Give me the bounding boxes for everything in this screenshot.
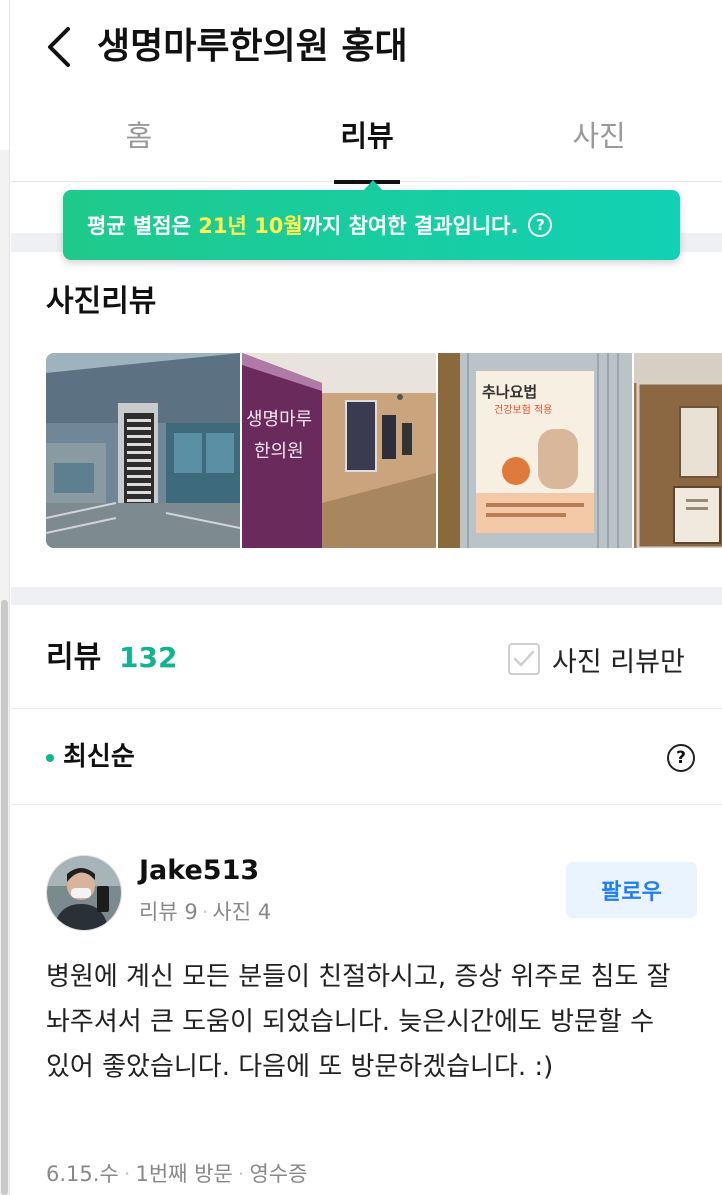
tooltip-prefix: 평균 별점은 [87, 214, 199, 238]
rating-info-tooltip: 평균 별점은 21년 10월 까지 참여한 결과입니다. ? [63, 190, 680, 260]
photo-only-filter[interactable]: 사진 리뷰만 [508, 639, 685, 679]
sort-indicator-dot [46, 754, 54, 762]
review-username[interactable]: Jake513 [139, 853, 259, 889]
tab-photos[interactable]: 사진 [529, 96, 669, 182]
review-date: 6.15.수 [46, 1162, 119, 1186]
page-title: 생명마루한의원 홍대 [97, 26, 408, 67]
interior-frames-photo [634, 353, 722, 548]
reviews-header: 리뷰 132 사진 리뷰만 [11, 605, 722, 709]
user-avatar-photo [47, 856, 121, 930]
photo-review-title: 사진리뷰 [46, 284, 157, 319]
scrollbar-top [0, 0, 10, 150]
sort-row: 최신순 ? [11, 709, 722, 805]
tab-home[interactable]: 홈 [69, 96, 209, 182]
tooltip-month: 10월 [254, 214, 303, 238]
meta-separator: · [201, 900, 209, 924]
section-divider [11, 587, 722, 605]
back-button[interactable] [39, 22, 79, 72]
photo-thumbnail[interactable] [46, 353, 240, 548]
sign-text: 생명마루 [246, 409, 312, 430]
question-circle-icon[interactable]: ? [667, 744, 695, 772]
sort-latest-option[interactable]: 최신순 [63, 735, 135, 779]
chuna-poster-photo: 추나요법 건강보험 적용 [438, 353, 632, 548]
photo-review-carousel[interactable]: 생명마루 한의원 추나요법 건강보험 적용 [46, 353, 722, 548]
app-header: 생명마루한의원 홍대 [11, 0, 722, 96]
scrollbar-track[interactable] [0, 0, 10, 1195]
user-photo-count: 사진 4 [212, 900, 272, 924]
photo-thumbnail[interactable]: 생명마루 한의원 [242, 353, 436, 548]
photo-only-checkbox[interactable] [508, 643, 540, 675]
checkmark-icon [513, 650, 535, 667]
poster-subtitle: 건강보험 적용 [494, 404, 552, 416]
tooltip-space [247, 213, 254, 237]
tab-reviews[interactable]: 리뷰 [297, 96, 437, 182]
review-body-text: 병원에 계신 모든 분들이 친절하시고, 증상 위주로 침도 잘 놔주셔서 큰 … [46, 962, 671, 1082]
photo-thumbnail[interactable]: 추나요법 건강보험 적용 [438, 353, 632, 548]
scrollbar-thumb[interactable] [1, 600, 8, 1195]
building-exterior-photo [46, 353, 240, 548]
user-review-count: 리뷰 9 [139, 900, 198, 924]
poster-title: 추나요법 [482, 383, 537, 401]
review-footer: 6.15.수 · 1번째 방문 · 영수증 [46, 1159, 307, 1189]
review-item: Jake513 리뷰 9 · 사진 4 팔로우 병원에 계신 모든 분들이 친절하시… [11, 805, 722, 1195]
meta-separator: · [123, 1162, 131, 1186]
avatar[interactable] [46, 855, 122, 931]
photo-review-section: 사진리뷰 생명마루 한의원 추나요법 건강보험 적용 [11, 252, 722, 587]
reviews-title: 리뷰 [46, 640, 102, 675]
tab-bar: 홈 리뷰 사진 [11, 96, 722, 182]
photo-only-label: 사진 리뷰만 [552, 646, 685, 678]
question-circle-icon[interactable]: ? [528, 213, 553, 237]
review-page: 생명마루한의원 홍대 홈 리뷰 사진 사진리뷰 생명마루 한의원 추나요법 건강… [11, 0, 722, 1195]
follow-button[interactable]: 팔로우 [566, 862, 697, 918]
sign-text: 한의원 [254, 441, 304, 462]
chevron-left-icon [48, 27, 70, 67]
review-user-meta: 리뷰 9 · 사진 4 [139, 897, 271, 927]
reviews-count: 132 [119, 641, 178, 674]
meta-separator: · [237, 1162, 245, 1186]
review-visit-count: 1번째 방문 [135, 1162, 233, 1186]
receipt-badge: 영수증 [249, 1162, 308, 1186]
tooltip-year: 21년 [198, 214, 247, 238]
tooltip-suffix: 까지 참여한 결과입니다. [302, 214, 519, 238]
photo-thumbnail[interactable] [634, 353, 722, 548]
clinic-entrance-sign-photo: 생명마루 한의원 [242, 353, 436, 548]
